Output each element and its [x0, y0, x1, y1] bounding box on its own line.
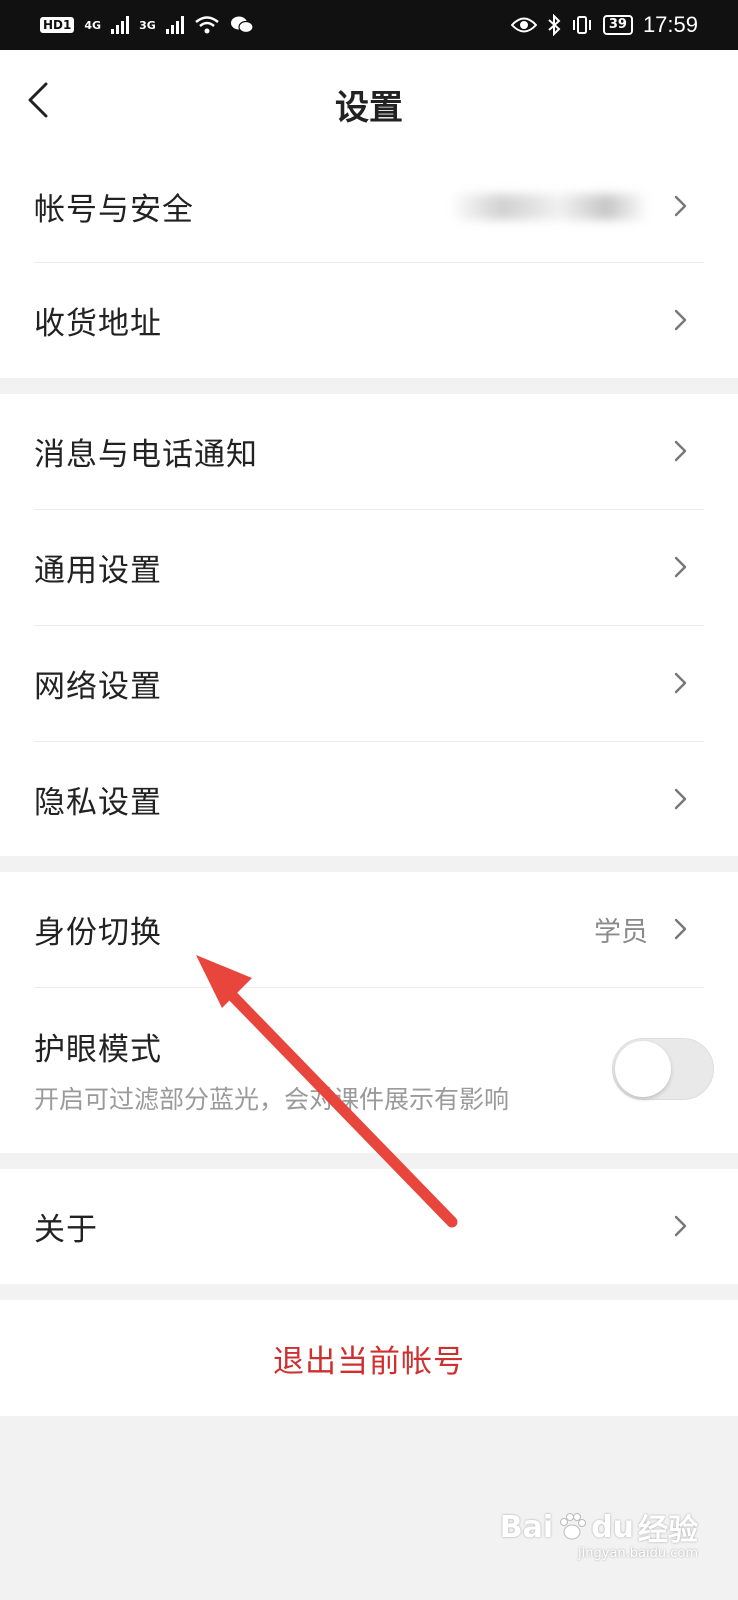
network-type-1: 4G [84, 18, 102, 32]
signal-icon [165, 16, 184, 34]
row-identity-switch[interactable]: 身份切换 学员 [0, 872, 738, 987]
row-label: 帐号与安全 [34, 192, 194, 228]
chevron-right-icon [674, 556, 687, 578]
row-label: 网络设置 [34, 669, 162, 705]
settings-group: 消息与电话通知 通用设置 网络设置 隐私设置 [0, 394, 738, 856]
row-label: 隐私设置 [34, 784, 162, 821]
paw-icon [560, 1513, 587, 1540]
chevron-right-icon [674, 309, 687, 331]
account-group: 帐号与安全 收货地址 [0, 150, 738, 378]
hd-badge: HD1 [40, 17, 75, 33]
watermark-url: jingyan.baidu.com [578, 1546, 698, 1561]
wechat-icon [230, 16, 254, 34]
identity-value: 学员 [594, 917, 648, 948]
row-label: 关于 [34, 1212, 98, 1248]
vibrate-icon [572, 16, 591, 34]
status-bar-left: HD1 4G 3G [40, 15, 254, 35]
chevron-right-icon [674, 195, 687, 217]
eye-mode-toggle[interactable] [612, 1038, 714, 1100]
chevron-right-icon [674, 788, 687, 810]
row-notifications[interactable]: 消息与电话通知 [0, 394, 738, 509]
row-label: 消息与电话通知 [34, 437, 258, 473]
eye-mode-description: 开启可过滤部分蓝光，会对课件展示有影响 [34, 1085, 510, 1114]
row-general-settings[interactable]: 通用设置 [0, 510, 738, 625]
logout-label: 退出当前帐号 [273, 1343, 465, 1380]
toggle-knob [615, 1041, 671, 1097]
chevron-right-icon [674, 1215, 687, 1237]
row-label: 身份切换 [34, 915, 162, 951]
row-network-settings[interactable]: 网络设置 [0, 626, 738, 741]
watermark-brand-2: du [591, 1509, 634, 1545]
baidu-watermark: Bai du 经验 [500, 1505, 698, 1549]
signal-icon [111, 16, 130, 34]
chevron-right-icon [674, 672, 687, 694]
battery-icon: 39 [602, 15, 633, 35]
row-account-security[interactable]: 帐号与安全 [0, 150, 738, 263]
blurred-account-value [455, 194, 645, 220]
identity-group: 身份切换 学员 护眼模式 开启可过滤部分蓝光，会对课件展示有影响 [0, 872, 738, 1153]
row-eye-mode: 护眼模式 开启可过滤部分蓝光，会对课件展示有影响 [0, 988, 738, 1153]
page-title: 设置 [335, 88, 403, 128]
clock: 17:59 [642, 12, 698, 37]
logout-button[interactable]: 退出当前帐号 [0, 1300, 738, 1416]
bluetooth-icon [548, 14, 561, 36]
row-about[interactable]: 关于 [0, 1169, 738, 1284]
watermark-brand: Bai [499, 1509, 554, 1545]
row-label: 收货地址 [34, 306, 162, 342]
row-privacy-settings[interactable]: 隐私设置 [0, 742, 738, 856]
chevron-right-icon [674, 440, 687, 462]
row-shipping-address[interactable]: 收货地址 [0, 263, 738, 378]
status-bar: HD1 4G 3G 39 17:59 [0, 0, 738, 50]
network-type-2: 3G [139, 18, 156, 32]
row-label: 通用设置 [34, 553, 162, 589]
nav-header: 设置 [0, 50, 738, 150]
status-bar-right: 39 17:59 [510, 12, 698, 38]
watermark-product: 经验 [638, 1513, 698, 1548]
row-label: 护眼模式 [34, 1032, 162, 1068]
about-group: 关于 [0, 1169, 738, 1284]
chevron-right-icon [674, 918, 687, 940]
eye-icon [510, 17, 537, 33]
wifi-icon [194, 16, 219, 34]
